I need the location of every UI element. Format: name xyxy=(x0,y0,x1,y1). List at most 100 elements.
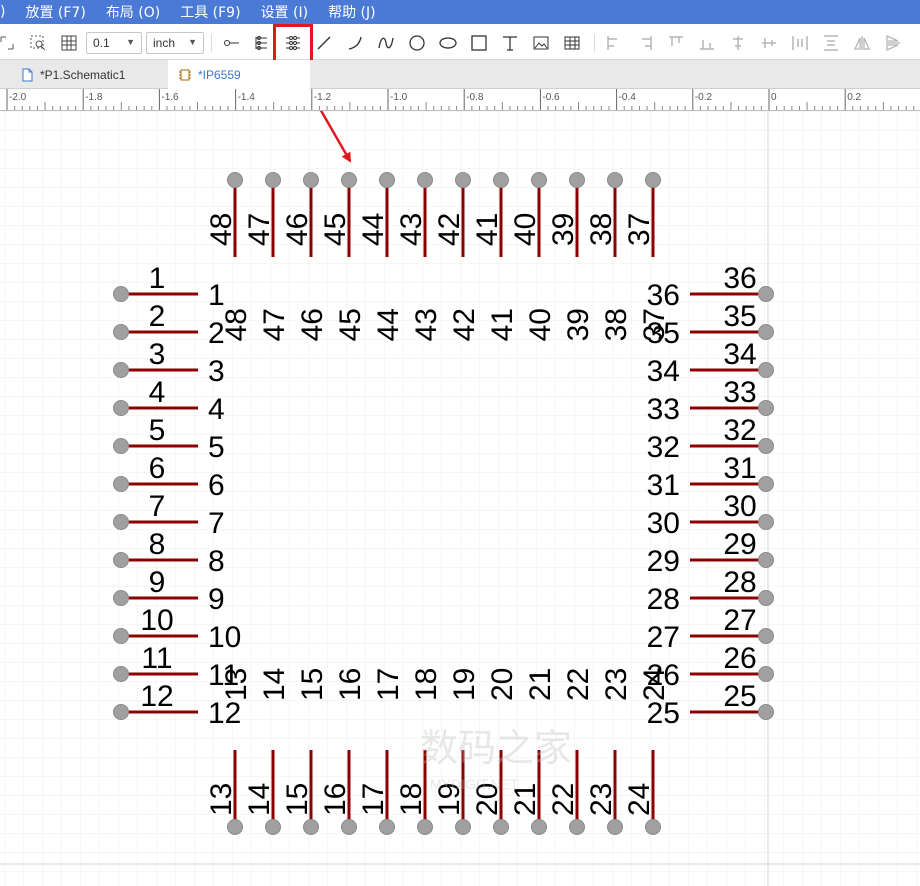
pin-endpoint[interactable] xyxy=(758,324,774,340)
pin-endpoint[interactable] xyxy=(265,819,281,835)
drawing-canvas[interactable]: 1 1 2 2 3 3 4 4 5 5 6 6 7 7 8 8 9 9 10 10 11 11 12 12 25 25 26 26 27… xyxy=(0,111,920,886)
menu-item-layout[interactable]: 布局 (O) xyxy=(96,2,170,22)
pin-endpoint[interactable] xyxy=(569,819,585,835)
pin-endpoint[interactable] xyxy=(455,819,471,835)
pin-endpoint[interactable] xyxy=(758,704,774,720)
pin-number-label: 3 xyxy=(208,355,225,388)
pin-tool-icon[interactable] xyxy=(220,32,242,54)
tab-schematic[interactable]: *P1.Schematic1 xyxy=(14,60,170,89)
zoom-area-icon[interactable] xyxy=(27,32,49,54)
pin-endpoint[interactable] xyxy=(113,438,129,454)
align-center-h-icon[interactable] xyxy=(727,32,749,54)
ellipse-tool-icon[interactable] xyxy=(437,32,459,54)
menu-item-help[interactable]: 帮助 (J) xyxy=(318,2,386,22)
menu-item-place[interactable]: 放置 (F7) xyxy=(15,2,95,22)
align-top-icon[interactable] xyxy=(665,32,687,54)
align-left-icon[interactable] xyxy=(603,32,625,54)
menu-item-partial[interactable]: ) xyxy=(0,4,15,20)
multi-pin-tool-icon[interactable] xyxy=(251,32,273,54)
pin-name-label: 29 xyxy=(723,528,756,561)
pin-number-label: 44 xyxy=(372,308,405,341)
pin-number-label: 45 xyxy=(334,308,367,341)
pin-endpoint[interactable] xyxy=(758,286,774,302)
pin-endpoint[interactable] xyxy=(227,172,243,188)
pin-endpoint[interactable] xyxy=(341,172,357,188)
tab-symbol[interactable]: *IP6559 xyxy=(168,60,310,89)
pin-endpoint[interactable] xyxy=(341,819,357,835)
pin-endpoint[interactable] xyxy=(455,172,471,188)
pin-number-label: 5 xyxy=(208,431,225,464)
pin-endpoint[interactable] xyxy=(113,286,129,302)
pin-endpoint[interactable] xyxy=(417,819,433,835)
distribute-v-icon[interactable] xyxy=(820,32,842,54)
pin-endpoint[interactable] xyxy=(758,362,774,378)
table-tool-icon[interactable] xyxy=(561,32,583,54)
pin-endpoint[interactable] xyxy=(303,172,319,188)
flip-vertical-icon[interactable] xyxy=(882,32,904,54)
pin-endpoint[interactable] xyxy=(758,590,774,606)
pin-endpoint[interactable] xyxy=(265,172,281,188)
menu-item-settings[interactable]: 设置 (I) xyxy=(251,2,319,22)
pin-endpoint[interactable] xyxy=(113,324,129,340)
pin-endpoint[interactable] xyxy=(758,514,774,530)
pin-endpoint[interactable] xyxy=(758,438,774,454)
grid-size-select[interactable]: 0.1 ▼ xyxy=(86,32,142,54)
align-bottom-icon[interactable] xyxy=(696,32,718,54)
unit-value: inch xyxy=(153,36,176,50)
align-right-icon[interactable] xyxy=(634,32,656,54)
pin-name-label: 5 xyxy=(149,414,166,447)
pin-endpoint[interactable] xyxy=(758,476,774,492)
menu-bar: ) 放置 (F7) 布局 (O) 工具 (F9) 设置 (I) 帮助 (J) xyxy=(0,0,920,24)
pin-endpoint[interactable] xyxy=(303,819,319,835)
pin-name-label: 44 xyxy=(357,213,390,246)
symbol-canvas[interactable]: 1122334455667788991010111112122525262627… xyxy=(0,111,920,886)
pin-endpoint[interactable] xyxy=(227,819,243,835)
grid-icon[interactable] xyxy=(58,32,80,54)
pin-endpoint[interactable] xyxy=(758,552,774,568)
pin-endpoint[interactable] xyxy=(493,819,509,835)
pin-endpoint[interactable] xyxy=(113,400,129,416)
pin-endpoint[interactable] xyxy=(645,172,661,188)
pin-endpoint[interactable] xyxy=(113,476,129,492)
pin-name-label: 3 xyxy=(149,338,166,371)
pin-endpoint[interactable] xyxy=(607,819,623,835)
align-center-v-icon[interactable] xyxy=(758,32,780,54)
pin-endpoint[interactable] xyxy=(113,704,129,720)
pin-endpoint[interactable] xyxy=(758,628,774,644)
distribute-h-icon[interactable] xyxy=(789,32,811,54)
pin-endpoint[interactable] xyxy=(379,172,395,188)
pin-endpoint[interactable] xyxy=(758,666,774,682)
ruler-label: -1.2 xyxy=(314,92,332,103)
arc-tool-icon[interactable] xyxy=(344,32,366,54)
pin-endpoint[interactable] xyxy=(531,819,547,835)
toolbar: 0.1 ▼ inch ▼ xyxy=(0,24,920,60)
pin-endpoint[interactable] xyxy=(113,362,129,378)
bezier-tool-icon[interactable] xyxy=(375,32,397,54)
pin-endpoint[interactable] xyxy=(493,172,509,188)
pin-endpoint[interactable] xyxy=(113,666,129,682)
ruler-label: -1.4 xyxy=(238,92,256,103)
pin-endpoint[interactable] xyxy=(417,172,433,188)
rectangle-tool-icon[interactable] xyxy=(468,32,490,54)
zoom-fit-icon[interactable] xyxy=(0,32,18,54)
chevron-down-icon: ▼ xyxy=(188,37,197,47)
pin-endpoint[interactable] xyxy=(758,400,774,416)
pin-endpoint[interactable] xyxy=(531,172,547,188)
pin-endpoint[interactable] xyxy=(379,819,395,835)
pin-name-label: 2 xyxy=(149,300,166,333)
pin-number-label: 31 xyxy=(647,469,680,502)
pin-endpoint[interactable] xyxy=(607,172,623,188)
flip-horizontal-icon[interactable] xyxy=(851,32,873,54)
text-tool-icon[interactable] xyxy=(499,32,521,54)
pin-endpoint[interactable] xyxy=(113,628,129,644)
pin-endpoint[interactable] xyxy=(569,172,585,188)
image-tool-icon[interactable] xyxy=(530,32,552,54)
pin-endpoint[interactable] xyxy=(113,552,129,568)
pin-endpoint[interactable] xyxy=(113,590,129,606)
menu-item-tools[interactable]: 工具 (F9) xyxy=(170,2,250,22)
unit-select[interactable]: inch ▼ xyxy=(146,32,204,54)
pin-endpoint[interactable] xyxy=(113,514,129,530)
pin-endpoint[interactable] xyxy=(645,819,661,835)
circle-tool-icon[interactable] xyxy=(406,32,428,54)
line-tool-icon[interactable] xyxy=(313,32,335,54)
